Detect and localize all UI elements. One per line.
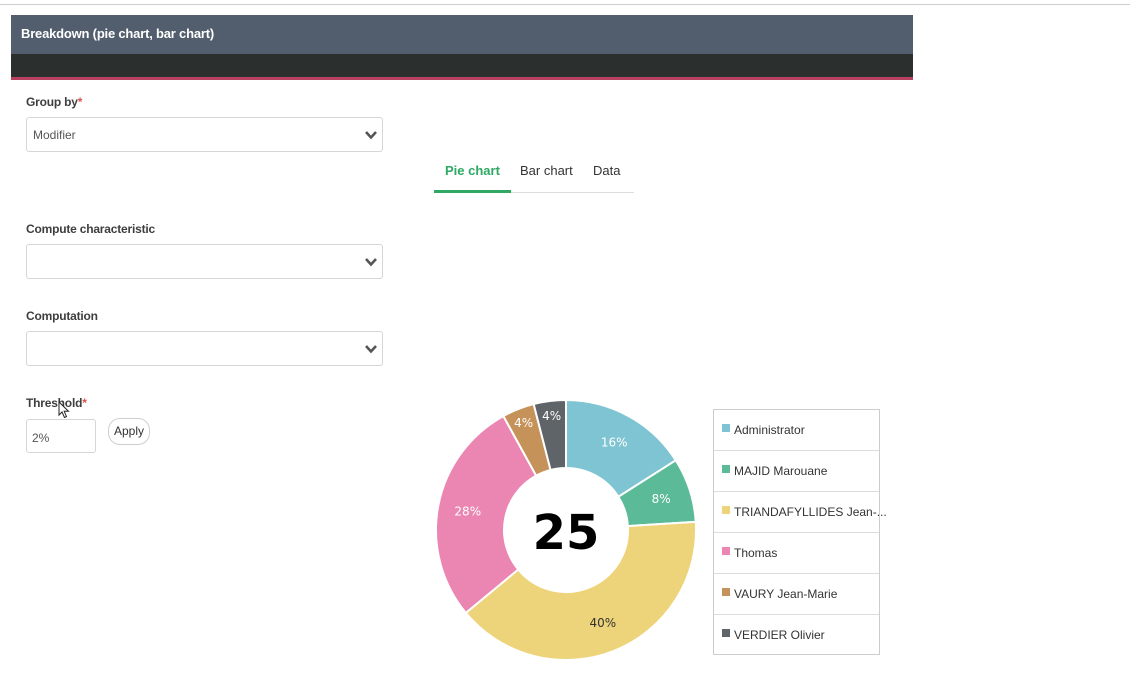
group-by-value: Modifier	[33, 128, 76, 142]
tab-data[interactable]: Data	[593, 163, 620, 178]
group-by-select[interactable]: Modifier	[26, 117, 383, 152]
slice-percent-label: 16%	[601, 435, 628, 449]
legend-item[interactable]: VERDIER Olivier	[714, 615, 879, 656]
legend-item[interactable]: MAJID Marouane	[714, 451, 879, 492]
apply-button[interactable]: Apply	[108, 418, 150, 445]
active-tab-indicator	[434, 190, 511, 193]
legend-item[interactable]: TRIANDAFYLLIDES Jean-...	[714, 492, 887, 533]
legend-label: VAURY Jean-Marie	[734, 587, 838, 601]
legend-item[interactable]: Administrator	[714, 410, 879, 451]
chart-tabs: Pie chart Bar chart Data	[434, 155, 634, 193]
legend-item[interactable]: Thomas	[714, 533, 879, 574]
slice-percent-label: 8%	[652, 492, 671, 506]
donut-center-value: 25	[533, 505, 600, 561]
chevron-down-icon	[365, 258, 377, 267]
chart-legend: Administrator MAJID Marouane TRIANDAFYLLID…	[713, 409, 887, 656]
legend-label: Thomas	[734, 546, 778, 560]
panel-header: Breakdown (pie chart, bar chart)	[11, 15, 913, 54]
legend-swatch	[722, 588, 730, 596]
panel-toolbar	[11, 54, 913, 80]
legend-swatch	[722, 629, 730, 637]
mouse-cursor-icon	[58, 401, 70, 419]
tab-pie-chart[interactable]: Pie chart	[445, 163, 500, 178]
legend-item[interactable]: VAURY Jean-Marie	[714, 574, 879, 615]
slice-percent-label: 40%	[589, 616, 616, 630]
compute-characteristic-label: Compute characteristic	[26, 222, 155, 236]
legend-swatch	[722, 506, 730, 514]
group-by-label-text: Group by	[26, 95, 78, 109]
donut-chart: 16% 8% 40% 28% 4% 4% 25	[435, 398, 697, 661]
legend-label: MAJID Marouane	[734, 464, 828, 478]
legend-label: VERDIER Olivier	[734, 628, 825, 642]
chevron-down-icon	[365, 345, 377, 354]
chevron-down-icon	[365, 131, 377, 140]
threshold-input[interactable]: 2%	[26, 419, 96, 453]
slice-percent-label: 4%	[514, 416, 533, 430]
top-divider	[0, 4, 1130, 5]
threshold-label: Threshold*	[26, 396, 87, 410]
computation-label: Computation	[26, 309, 98, 323]
compute-characteristic-select[interactable]	[26, 244, 383, 279]
threshold-label-text: Threshold	[26, 396, 83, 410]
panel-title: Breakdown (pie chart, bar chart)	[21, 26, 214, 41]
legend-swatch	[722, 465, 730, 473]
legend-label: Administrator	[734, 423, 805, 437]
legend-swatch	[722, 424, 730, 432]
threshold-value: 2%	[32, 431, 50, 445]
slice-percent-label: 4%	[542, 409, 561, 423]
legend-swatch	[722, 547, 730, 555]
slice-percent-label: 28%	[454, 504, 481, 518]
required-mark: *	[77, 95, 83, 109]
tab-bar-chart[interactable]: Bar chart	[520, 163, 573, 178]
legend-label: TRIANDAFYLLIDES Jean-...	[734, 505, 887, 519]
required-mark: *	[82, 396, 87, 410]
computation-select[interactable]	[26, 331, 383, 366]
group-by-label: Group by*	[26, 95, 82, 109]
